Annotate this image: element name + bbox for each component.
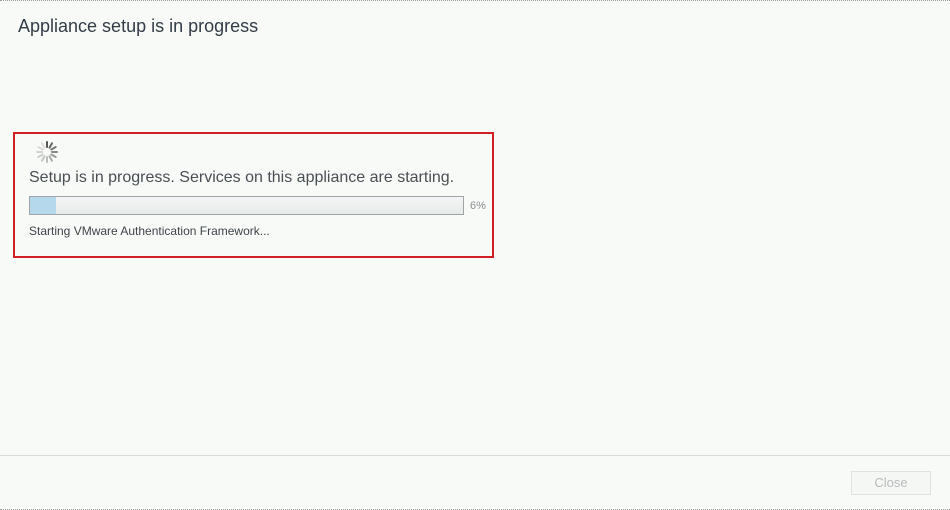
dialog-title: Appliance setup is in progress xyxy=(18,16,259,36)
progress-percent: 6% xyxy=(470,200,486,212)
setup-message: Setup is in progress. Services on this a… xyxy=(29,169,455,186)
progress-panel: Setup is in progress. Services on this a… xyxy=(13,132,494,258)
progress-bar xyxy=(29,196,464,215)
status-text: Starting VMware Authentication Framework… xyxy=(29,224,270,238)
setup-dialog: Appliance setup is in progress Setup is … xyxy=(0,0,950,510)
spinner-icon xyxy=(36,141,58,163)
close-button[interactable]: Close xyxy=(851,471,931,495)
progress-bar-fill xyxy=(30,197,56,214)
footer-divider xyxy=(0,455,950,456)
